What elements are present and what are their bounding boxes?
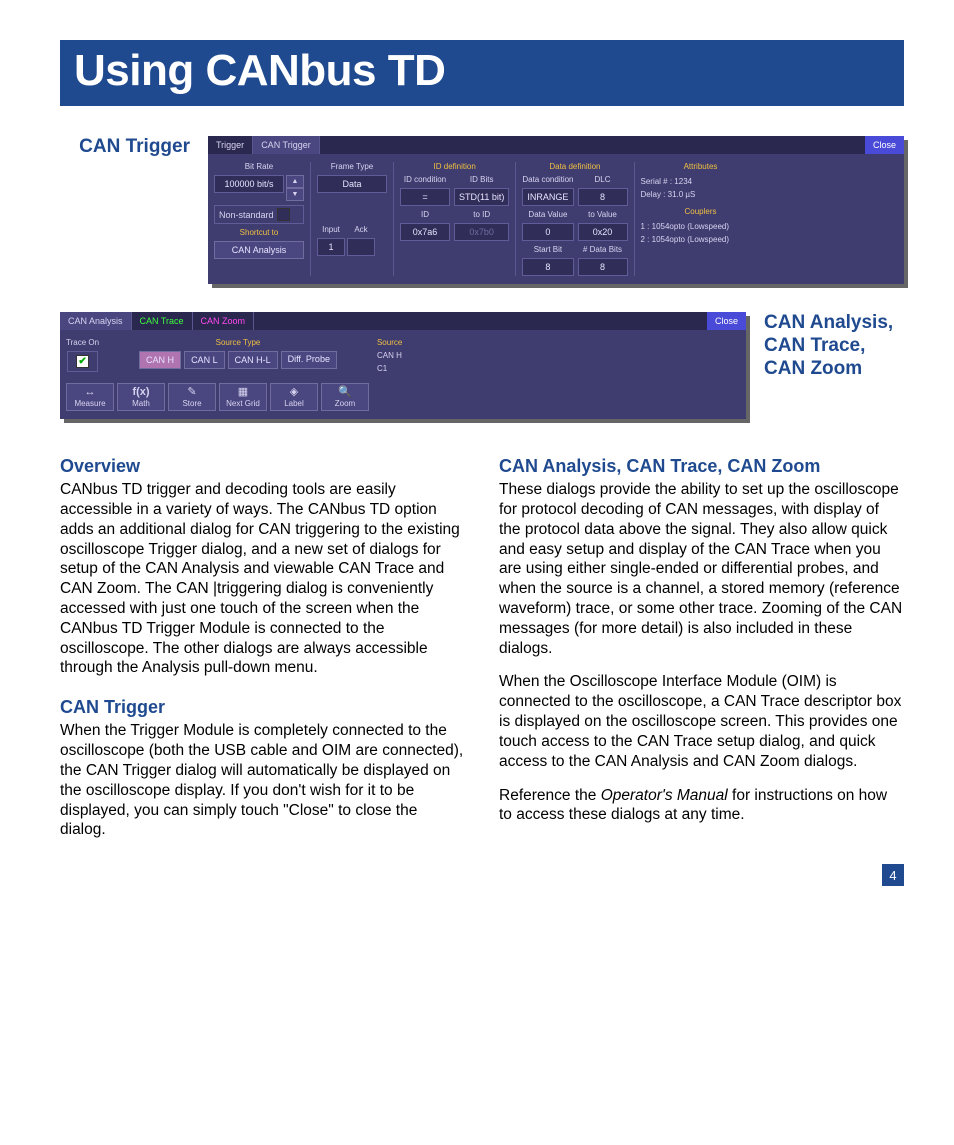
databits-label: # Data Bits — [578, 245, 628, 254]
math-icon: f(x) — [132, 387, 149, 398]
tovalue-field[interactable]: 0x20 — [578, 223, 628, 241]
bitrate-field[interactable]: 100000 bit/s — [214, 175, 284, 193]
frametype-field[interactable]: Data — [317, 175, 387, 193]
heading-overview: Overview — [60, 455, 465, 478]
delay-row: Delay : 31.0 µS — [641, 190, 761, 199]
dlc-label: DLC — [578, 175, 628, 184]
toid-field[interactable]: 0x7b0 — [454, 223, 509, 241]
srctype-label: Source Type — [216, 338, 261, 347]
para-cantrigger: When the Trigger Module is completely co… — [60, 721, 465, 840]
heading-cantrigger: CAN Trigger — [60, 696, 465, 719]
zoom-button[interactable]: 🔍Zoom — [321, 383, 369, 411]
nonstandard-checkbox[interactable] — [277, 208, 290, 221]
tab-can-trace[interactable]: CAN Trace — [132, 312, 193, 330]
close-button-2[interactable]: Close — [707, 312, 746, 330]
serial-row: Serial # : 1234 — [641, 177, 761, 186]
para-overview: CANbus TD trigger and decoding tools are… — [60, 480, 465, 678]
source-c1: C1 — [377, 364, 402, 373]
traceon-checkbox[interactable]: ✔ — [76, 355, 89, 368]
bitrate-up[interactable]: ▲ — [286, 175, 304, 188]
label-button[interactable]: ◈Label — [270, 383, 318, 411]
tab-can-zoom[interactable]: CAN Zoom — [193, 312, 255, 330]
diffprobe-button[interactable]: Diff. Probe — [281, 351, 337, 369]
bitrate-down[interactable]: ▼ — [286, 188, 304, 201]
coupler1: 1 : 1054opto (Lowspeed) — [641, 222, 761, 231]
id-field[interactable]: 0x7a6 — [400, 223, 450, 241]
para-analysis2: When the Oscilloscope Interface Module (… — [499, 672, 904, 771]
measure-icon: ↔ — [85, 387, 96, 398]
datacond-field[interactable]: INRANGE — [522, 188, 573, 206]
startbit-label: Start Bit — [522, 245, 573, 254]
ack-label: Ack — [347, 225, 375, 234]
canh-button[interactable]: CAN H — [139, 351, 181, 369]
close-button[interactable]: Close — [865, 136, 904, 154]
nextgrid-button[interactable]: ▦Next Grid — [219, 383, 267, 411]
store-button[interactable]: ✎Store — [168, 383, 216, 411]
tab-trigger[interactable]: Trigger — [208, 136, 253, 154]
tab-can-trigger[interactable]: CAN Trigger — [253, 136, 320, 154]
attributes-label: Attributes — [641, 162, 761, 171]
canl-button[interactable]: CAN L — [184, 351, 225, 369]
startbit-field[interactable]: 8 — [522, 258, 573, 276]
page-number: 4 — [882, 864, 904, 886]
couplers-label: Couplers — [641, 207, 761, 216]
coupler2: 2 : 1054opto (Lowspeed) — [641, 235, 761, 244]
source-label: Source — [377, 338, 402, 347]
idcond-label: ID condition — [400, 175, 450, 184]
iddef-label: ID definition — [434, 162, 476, 171]
datacond-label: Data condition — [522, 175, 573, 184]
side-label-analysis: CAN Analysis, CAN Trace, CAN Zoom — [764, 312, 904, 380]
bitrate-label: Bit Rate — [214, 162, 304, 171]
page-title: Using CANbus TD — [60, 40, 904, 106]
tovalue-label: to Value — [578, 210, 628, 219]
dataval-label: Data Value — [522, 210, 573, 219]
dlc-field[interactable]: 8 — [578, 188, 628, 206]
idbits-field[interactable]: STD(11 bit) — [454, 188, 509, 206]
measure-button[interactable]: ↔Measure — [66, 383, 114, 411]
grid-icon: ▦ — [238, 387, 248, 398]
heading-analysis: CAN Analysis, CAN Trace, CAN Zoom — [499, 455, 904, 478]
shortcut-label: Shortcut to — [214, 228, 304, 237]
input-field[interactable]: 1 — [317, 238, 345, 256]
zoom-icon: 🔍 — [338, 387, 352, 398]
traceon-label: Trace On — [66, 338, 99, 347]
toid-label: to ID — [454, 210, 509, 219]
frametype-label: Frame Type — [317, 162, 387, 171]
can-trigger-panel: Trigger CAN Trigger Close Bit Rate 10000… — [208, 136, 904, 284]
math-button[interactable]: f(x)Math — [117, 383, 165, 411]
databits-field[interactable]: 8 — [578, 258, 628, 276]
para-analysis1: These dialogs provide the ability to set… — [499, 480, 904, 658]
idbits-label: ID Bits — [454, 175, 509, 184]
id-label: ID — [400, 210, 450, 219]
can-analysis-panel: CAN Analysis CAN Trace CAN Zoom Close Tr… — [60, 312, 746, 419]
nonstandard-label: Non-standard — [219, 210, 274, 220]
side-label-can-trigger: CAN Trigger — [60, 136, 190, 158]
datadef-label: Data definition — [549, 162, 600, 171]
canhl-button[interactable]: CAN H-L — [228, 351, 278, 369]
input-label: Input — [317, 225, 345, 234]
tab-can-analysis[interactable]: CAN Analysis — [60, 312, 132, 330]
label-icon: ◈ — [290, 387, 298, 398]
idcond-field[interactable]: = — [400, 188, 450, 206]
para-analysis3: Reference the Operator's Manual for inst… — [499, 786, 904, 826]
ack-field[interactable] — [347, 238, 375, 256]
dataval-field[interactable]: 0 — [522, 223, 573, 241]
source-canh: CAN H — [377, 351, 402, 360]
can-analysis-shortcut[interactable]: CAN Analysis — [214, 241, 304, 259]
store-icon: ✎ — [187, 387, 196, 398]
